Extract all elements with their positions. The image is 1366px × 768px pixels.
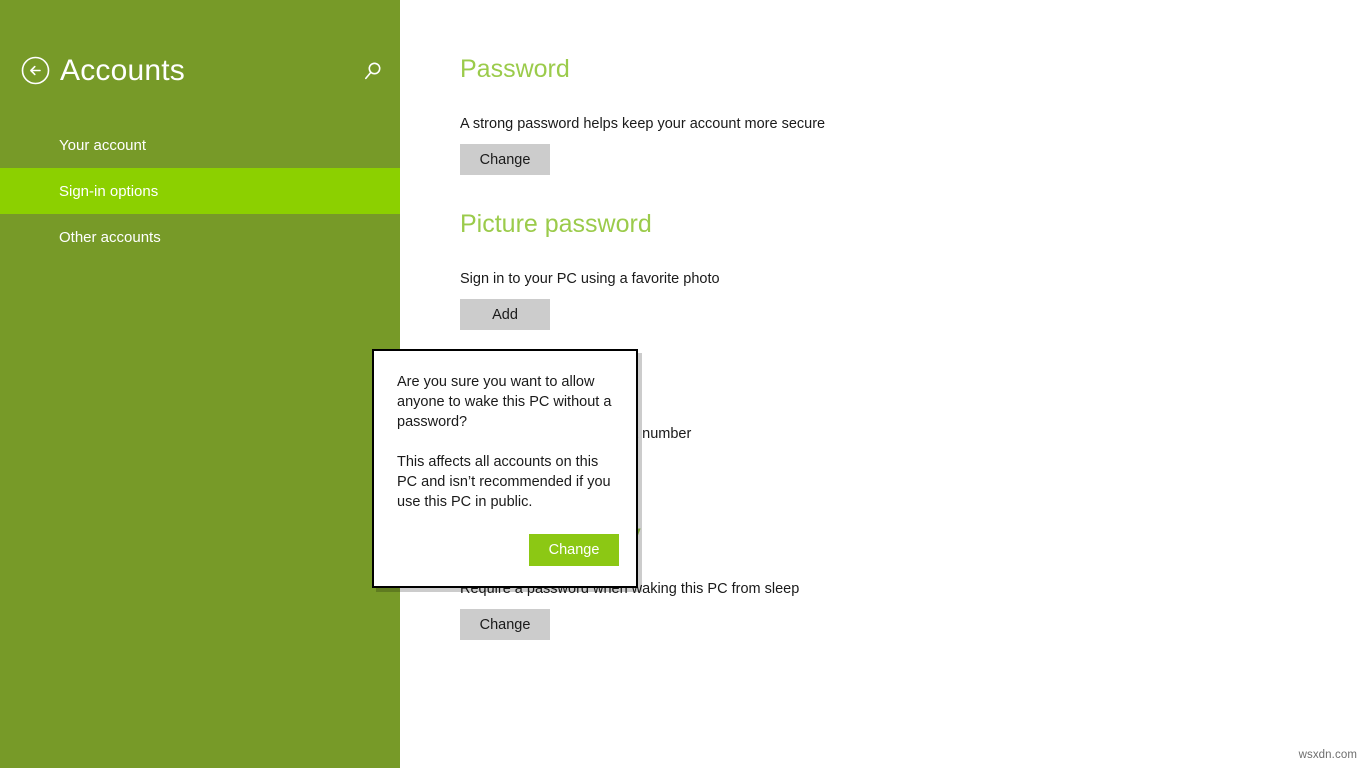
dialog-confirm-change-button[interactable]: Change [529, 534, 619, 566]
sidebar-item-your-account[interactable]: Your account [0, 122, 400, 168]
sidebar-item-label: Your account [59, 136, 147, 154]
change-password-button[interactable]: Change [460, 144, 550, 175]
sidebar-item-label: Other accounts [59, 228, 161, 246]
dialog-body: Are you sure you want to allow anyone to… [397, 372, 615, 512]
section-description: Sign in to your PC using a favorite phot… [460, 271, 720, 287]
page-title: Accounts [60, 54, 185, 87]
site-watermark: wsxdn.com [1298, 749, 1357, 761]
dialog-warning-text: This affects all accounts on this PC and… [397, 454, 611, 510]
section-description: A strong password helps keep your accoun… [460, 116, 826, 132]
section-heading: Picture password [460, 210, 652, 238]
back-arrow-circle-icon[interactable] [21, 56, 50, 85]
sidebar-item-label: Sign-in options [59, 182, 159, 200]
dialog-footer: Change [374, 534, 640, 566]
add-picture-password-button[interactable]: Add [460, 299, 550, 330]
accounts-sidebar: Accounts Your account Sign-in options Ot… [0, 0, 400, 768]
sidebar-header: Accounts [0, 0, 400, 120]
section-password: Password A strong password helps keep yo… [460, 54, 825, 175]
sidebar-item-sign-in-options[interactable]: Sign-in options [0, 168, 400, 214]
sidebar-nav-list: Your account Sign-in options Other accou… [0, 122, 400, 260]
confirm-wake-without-password-dialog: Are you sure you want to allow anyone to… [372, 349, 638, 588]
dialog-question-text: Are you sure you want to allow anyone to… [397, 374, 612, 430]
settings-app-window: Accounts Your account Sign-in options Ot… [0, 0, 1366, 768]
search-icon[interactable] [360, 58, 386, 84]
change-password-policy-button[interactable]: Change [460, 609, 550, 640]
section-heading: Password [460, 55, 570, 83]
section-picture-password: Picture password Sign in to your PC usin… [460, 209, 720, 330]
sidebar-item-other-accounts[interactable]: Other accounts [0, 214, 400, 260]
